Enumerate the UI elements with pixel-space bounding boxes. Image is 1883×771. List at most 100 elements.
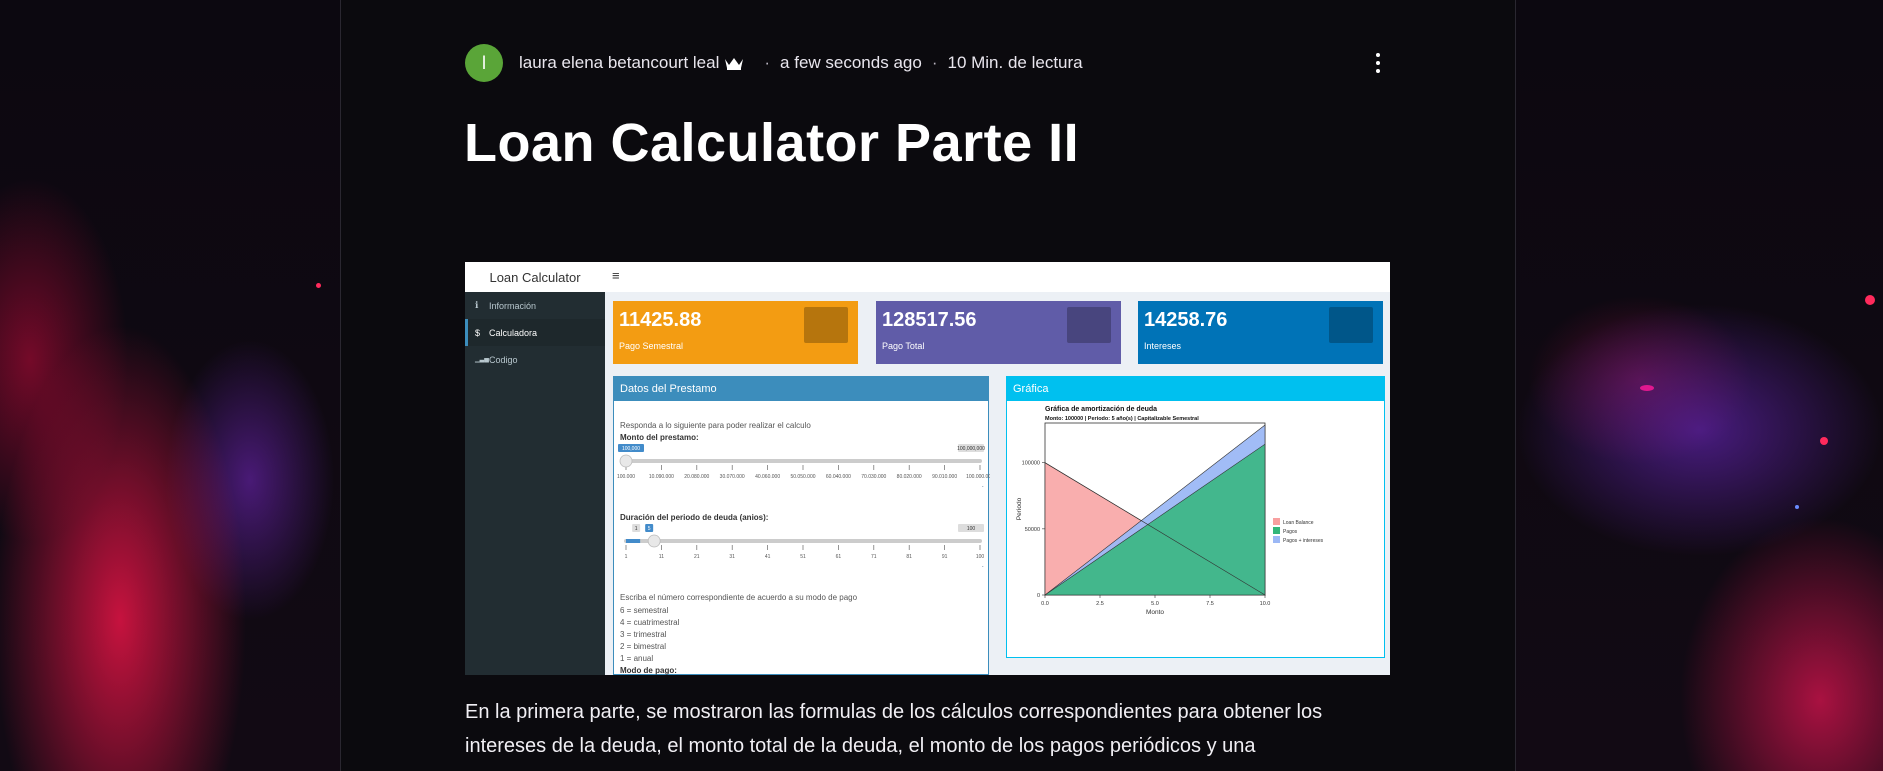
credit-card-icon <box>804 307 848 343</box>
period-slider[interactable]: 1 11 21 31 41 51 61 71 81 91 1001 5 100 <box>614 523 990 567</box>
pay-option: 6 = semestral <box>620 606 669 615</box>
value-box-pago-total: 128517.56 Pago Total <box>876 301 1121 364</box>
loan-amount-slider[interactable]: 100.000 10.090.000 20.080.000 30.070.000 40.… <box>614 443 990 487</box>
form-intro: Responda a lo siguiente para poder reali… <box>620 421 811 430</box>
slider2-label: Duración del periodo de deuda (anios): <box>620 513 769 522</box>
more-options-icon[interactable] <box>1370 48 1386 78</box>
slider-max-label: 100,000,000 <box>957 446 985 452</box>
sidebar-item-codigo: ▁▃▅ Codigo <box>465 346 605 373</box>
amortization-chart: Gráfica de amortización de deuda Monto: 1… <box>1016 406 1324 616</box>
slider-tick-label: 70.030.000 <box>861 474 886 480</box>
slider-tick-label: 11 <box>659 554 664 560</box>
slider-max-label: 100 <box>967 526 976 532</box>
slider-handle <box>619 454 633 468</box>
slider-tick-label: 21 <box>694 554 700 560</box>
x-tick-label: 0.0 <box>1041 601 1049 607</box>
hamburger-icon: ≡ <box>612 268 620 283</box>
sidebar-item-calculadora: $ Calculadora <box>465 319 605 346</box>
crown-icon <box>725 58 744 70</box>
slider-value-label: 5 <box>648 526 651 532</box>
chart-box-header: Gráfica <box>1007 377 1384 401</box>
sidebar-item-informacion: ℹ Información <box>465 292 605 319</box>
bg-speck <box>1640 385 1654 391</box>
separator-dot: · <box>764 53 771 72</box>
legend-label: Loan Balance <box>1283 520 1314 526</box>
form-box: Datos del Prestamo Responda a lo siguien… <box>613 376 990 675</box>
slider-tick-label: 41 <box>765 554 771 560</box>
separator-dot: · <box>931 53 938 72</box>
play-icon <box>982 486 984 487</box>
slider-min-label: 1 <box>635 526 638 532</box>
slider-tick-label: 51 <box>800 554 806 560</box>
pay-option: 4 = cuatrimestral <box>620 618 680 627</box>
form-box-header: Datos del Prestamo <box>614 377 988 401</box>
x-tick-label: 2.5 <box>1096 601 1104 607</box>
slider-tick-label: 31 <box>729 554 735 560</box>
legend-swatch <box>1273 518 1280 525</box>
y-tick-label: 100000 <box>1022 461 1040 467</box>
value-box-number: 128517.56 <box>882 309 977 331</box>
slider-tick-label: 90.010.000 <box>932 474 957 480</box>
slider-tick-label: 30.070.000 <box>720 474 745 480</box>
post-image-screenshot[interactable]: Loan Calculator ≡ ℹ Información $ Calculad… <box>465 262 1390 675</box>
pay-option: 2 = bimestral <box>620 642 667 651</box>
y-tick-label: 0 <box>1037 593 1040 599</box>
avatar[interactable]: l <box>465 44 503 82</box>
slider-tick-label: 50.050.000 <box>790 474 815 480</box>
value-box-pago-semestral: 11425.88 Pago Semestral <box>613 301 858 364</box>
chart-subtitle: Monto: 100000 | Periodo: 5 año(s) | Capi… <box>1045 416 1199 422</box>
slider-tick-label: 80.020.000 <box>897 474 922 480</box>
value-box-number: 14258.76 <box>1144 309 1228 331</box>
info-icon: ℹ <box>475 300 479 310</box>
sidebar-item-label: Información <box>489 300 537 311</box>
value-box-intereses: 14258.76 Intereses <box>1138 301 1383 364</box>
app-brand: Loan Calculator <box>489 269 581 285</box>
slider-tick-label: 1 <box>625 554 628 560</box>
bg-speck <box>1865 295 1875 305</box>
chart-box: Gráfica Gráfica de amortización de deuda… <box>1006 376 1385 658</box>
y-tick-label: 50000 <box>1025 527 1040 533</box>
slider-tick-label: 100.000 <box>617 474 635 480</box>
author-name[interactable]: laura elena betancourt leal <box>519 53 719 73</box>
y-axis-label: Periodo <box>1016 497 1023 520</box>
app-header: Loan Calculator ≡ <box>465 262 1390 292</box>
post-body: En la primera parte, se mostraron las fo… <box>465 701 1323 757</box>
x-tick-label: 5.0 <box>1151 601 1159 607</box>
slider-handle <box>647 534 661 548</box>
post-time: a few seconds ago <box>780 53 922 72</box>
credit-card-icon <box>1329 307 1373 343</box>
x-tick-label: 7.5 <box>1206 601 1214 607</box>
slider-tick-label: 100 <box>976 554 985 560</box>
app-sidebar: ℹ Información $ Calculadora ▁▃▅ Codigo <box>465 292 605 675</box>
credit-card-icon <box>1067 307 1111 343</box>
legend-swatch <box>1273 536 1280 543</box>
read-time: 10 Min. de lectura <box>947 53 1083 72</box>
pay-option: 1 = anual <box>620 654 654 663</box>
pay-mode-label: Modo de pago: <box>620 666 677 675</box>
signal-icon: ▁▃▅ <box>475 357 489 363</box>
bg-speck <box>316 283 321 288</box>
slider-tick-label: 40.060.000 <box>755 474 780 480</box>
value-box-number: 11425.88 <box>619 309 702 331</box>
bg-speck <box>1795 505 1799 509</box>
slider-tick-label: 100.000.000 <box>966 474 990 480</box>
slider-tick-label: 60.040.000 <box>826 474 851 480</box>
legend-label: Pagos + intereses <box>1283 538 1324 544</box>
slider-tick-label: 71 <box>871 554 877 560</box>
value-box-label: Pago Total <box>882 341 925 351</box>
slider-tick-label: 10.090.000 <box>649 474 674 480</box>
slider-tick-label: 91 <box>942 554 948 560</box>
post-meta: l laura elena betancourt leal · a few se… <box>465 44 1083 82</box>
slider1-label: Monto del prestamo: <box>620 433 699 442</box>
x-axis-label: Monto <box>1146 609 1164 616</box>
legend-label: Pagos <box>1283 529 1298 535</box>
bg-speck <box>1820 437 1828 445</box>
sidebar-item-label: Codigo <box>489 354 518 365</box>
value-box-label: Intereses <box>1144 341 1182 351</box>
play-icon <box>982 566 984 567</box>
slider-tick-label: 20.080.000 <box>684 474 709 480</box>
post-title: Loan Calculator Parte II <box>464 113 1080 173</box>
slider-min-label: 100,000 <box>622 446 640 452</box>
pay-option: 3 = trimestral <box>620 630 667 639</box>
chart-title: Gráfica de amortización de deuda <box>1045 406 1157 413</box>
